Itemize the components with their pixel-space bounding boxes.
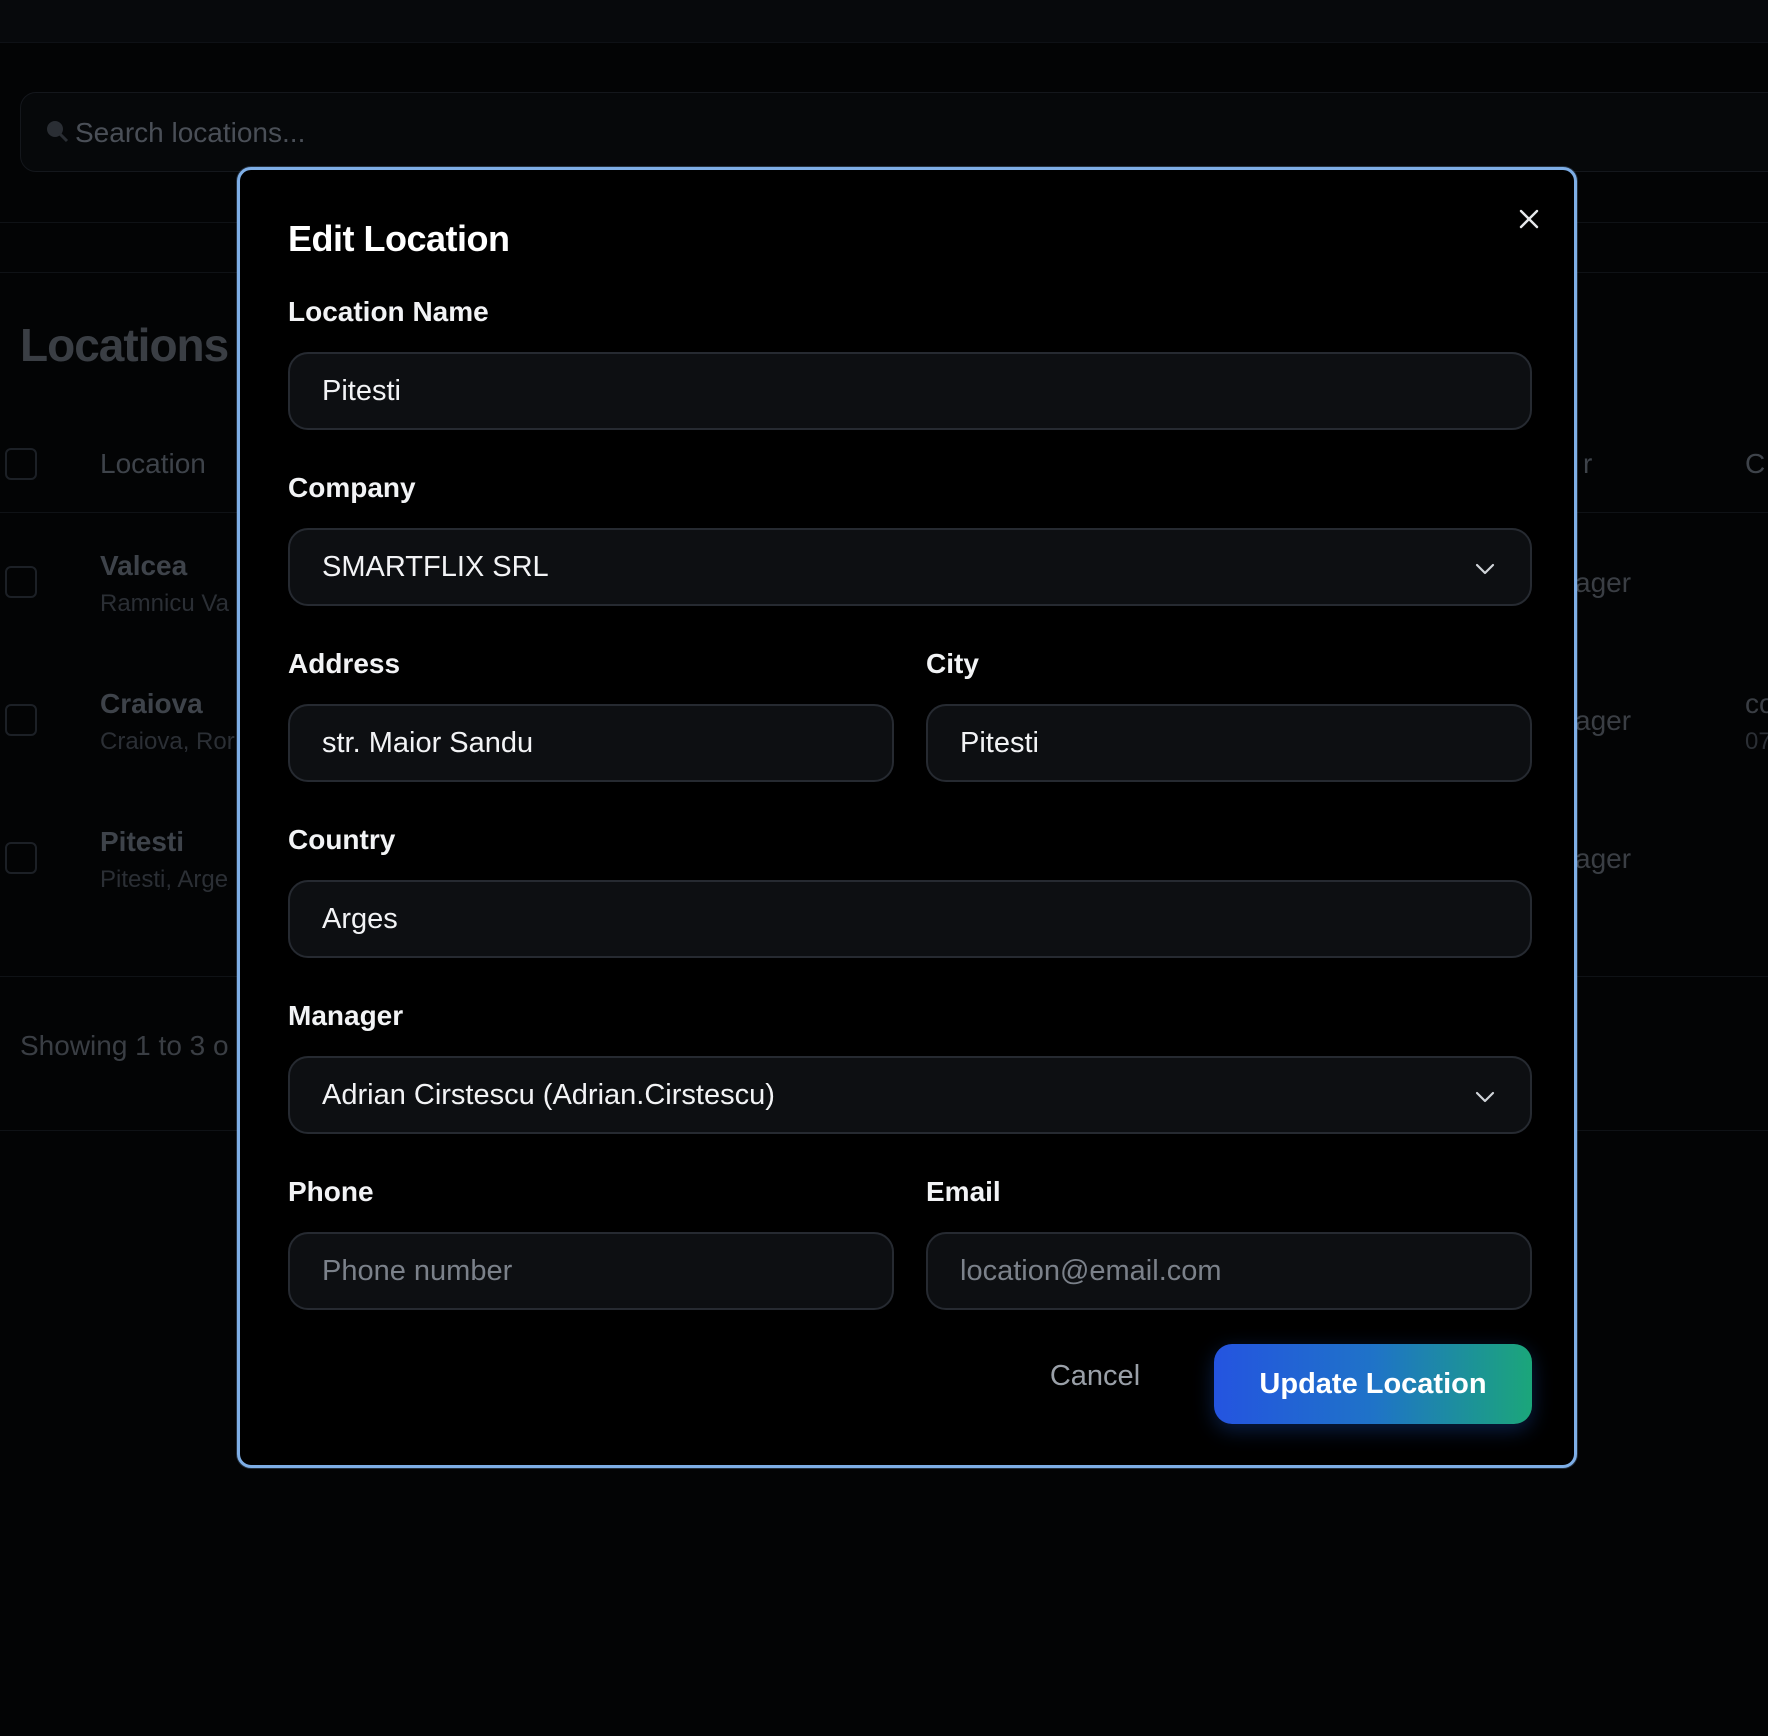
address-value: str. Maior Sandu: [322, 727, 534, 759]
cancel-button[interactable]: Cancel: [1040, 1348, 1150, 1404]
row-location-name: Pitesti: [100, 826, 185, 857]
row-checkbox[interactable]: [5, 566, 37, 598]
row-manager: ager: [1575, 567, 1632, 598]
chevron-down-icon: [1475, 1091, 1495, 1103]
email-input[interactable]: location@email.com: [926, 1232, 1532, 1310]
row-contact: co: [1745, 688, 1768, 719]
location-name-label: Location Name: [288, 296, 489, 327]
row-location-sub: Ramnicu Va: [100, 590, 229, 617]
manager-value: Adrian Cirstescu (Adrian.Cirstescu): [322, 1079, 775, 1111]
country-value: Arges: [322, 903, 398, 935]
search-placeholder: Search locations...: [75, 117, 306, 148]
row-contact-sub: 07: [1745, 728, 1768, 755]
column-header-location: Location: [100, 448, 206, 479]
company-label: Company: [288, 472, 416, 503]
location-name-input[interactable]: Pitesti: [288, 352, 1532, 430]
location-name-value: Pitesti: [322, 375, 401, 407]
city-label: City: [926, 648, 979, 679]
phone-input[interactable]: Phone number: [288, 1232, 894, 1310]
row-location-sub: Pitesti, Arge: [100, 866, 229, 893]
row-location-name: Craiova: [100, 688, 203, 719]
email-placeholder: location@email.com: [960, 1255, 1222, 1287]
row-location-name: Valcea: [100, 550, 188, 581]
email-label: Email: [926, 1176, 1001, 1207]
row-manager: ager: [1575, 705, 1632, 736]
company-select[interactable]: SMARTFLIX SRL: [288, 528, 1532, 606]
column-header-manager: r: [1583, 448, 1593, 479]
update-location-button[interactable]: Update Location: [1214, 1344, 1532, 1424]
row-checkbox[interactable]: [5, 704, 37, 736]
row-checkbox[interactable]: [5, 842, 37, 874]
close-icon[interactable]: [1514, 204, 1544, 234]
search-icon: [47, 121, 69, 143]
chevron-down-icon: [1475, 563, 1495, 575]
row-manager: ager: [1575, 843, 1632, 874]
city-input[interactable]: Pitesti: [926, 704, 1532, 782]
page-title: Locations: [20, 319, 229, 371]
select-all-checkbox[interactable]: [5, 448, 37, 480]
phone-label: Phone: [288, 1176, 374, 1207]
address-label: Address: [288, 648, 401, 679]
column-header-contact: C: [1745, 448, 1766, 479]
pagination-summary: Showing 1 to 3 o: [20, 1030, 229, 1061]
manager-select[interactable]: Adrian Cirstescu (Adrian.Cirstescu): [288, 1056, 1532, 1134]
country-input[interactable]: Arges: [288, 880, 1532, 958]
address-input[interactable]: str. Maior Sandu: [288, 704, 894, 782]
edit-location-modal: Edit Location Location Name Pitesti Comp…: [237, 167, 1577, 1468]
search-box[interactable]: Search locations...: [20, 92, 1768, 172]
modal-title: Edit Location: [288, 218, 510, 259]
city-value: Pitesti: [960, 727, 1039, 759]
row-location-sub: Craiova, Ror: [100, 728, 235, 755]
country-label: Country: [288, 824, 396, 855]
phone-placeholder: Phone number: [322, 1255, 513, 1287]
manager-label: Manager: [288, 1000, 404, 1031]
company-value: SMARTFLIX SRL: [322, 551, 549, 583]
top-bar: [0, 0, 1768, 43]
